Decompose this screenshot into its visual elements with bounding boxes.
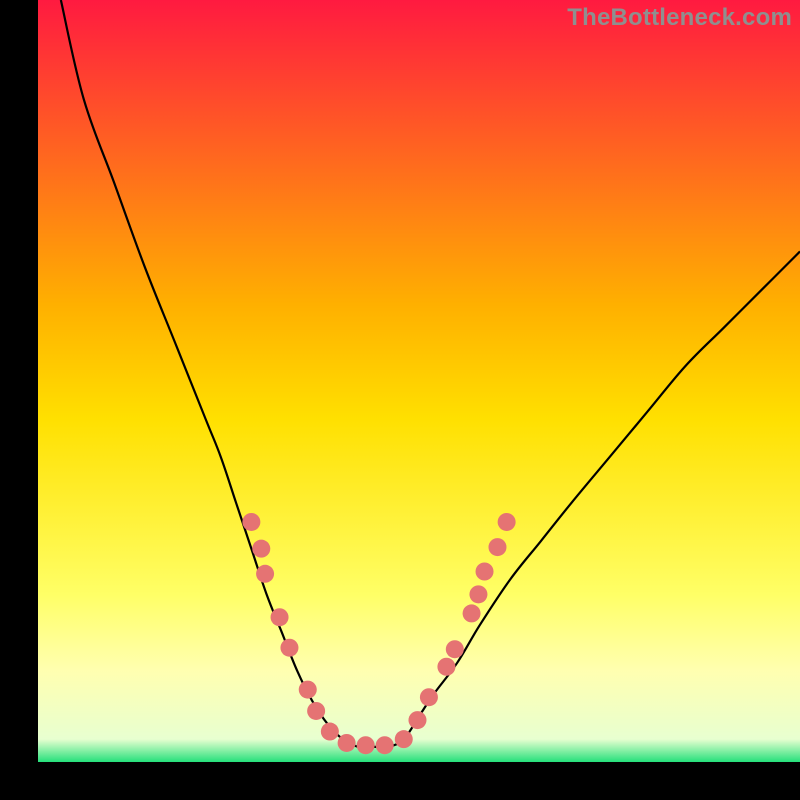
- marker-dot: [307, 702, 325, 720]
- marker-dot: [376, 736, 394, 754]
- marker-dot: [476, 563, 494, 581]
- marker-dot: [420, 688, 438, 706]
- plot-svg: [38, 0, 800, 762]
- marker-dot: [338, 734, 356, 752]
- marker-dot: [256, 565, 274, 583]
- marker-dot: [488, 538, 506, 556]
- marker-dot: [357, 736, 375, 754]
- marker-dot: [463, 604, 481, 622]
- marker-dot: [252, 540, 270, 558]
- marker-dot: [395, 730, 413, 748]
- chart-frame: TheBottleneck.com: [38, 0, 800, 762]
- watermark-text: TheBottleneck.com: [567, 4, 792, 32]
- gradient-background: [38, 0, 800, 762]
- marker-dot: [321, 723, 339, 741]
- marker-dot: [271, 608, 289, 626]
- marker-dot: [299, 681, 317, 699]
- marker-dot: [498, 513, 516, 531]
- marker-dot: [446, 640, 464, 658]
- marker-dot: [469, 585, 487, 603]
- marker-dot: [408, 711, 426, 729]
- marker-dot: [242, 513, 260, 531]
- marker-dot: [437, 658, 455, 676]
- marker-dot: [280, 639, 298, 657]
